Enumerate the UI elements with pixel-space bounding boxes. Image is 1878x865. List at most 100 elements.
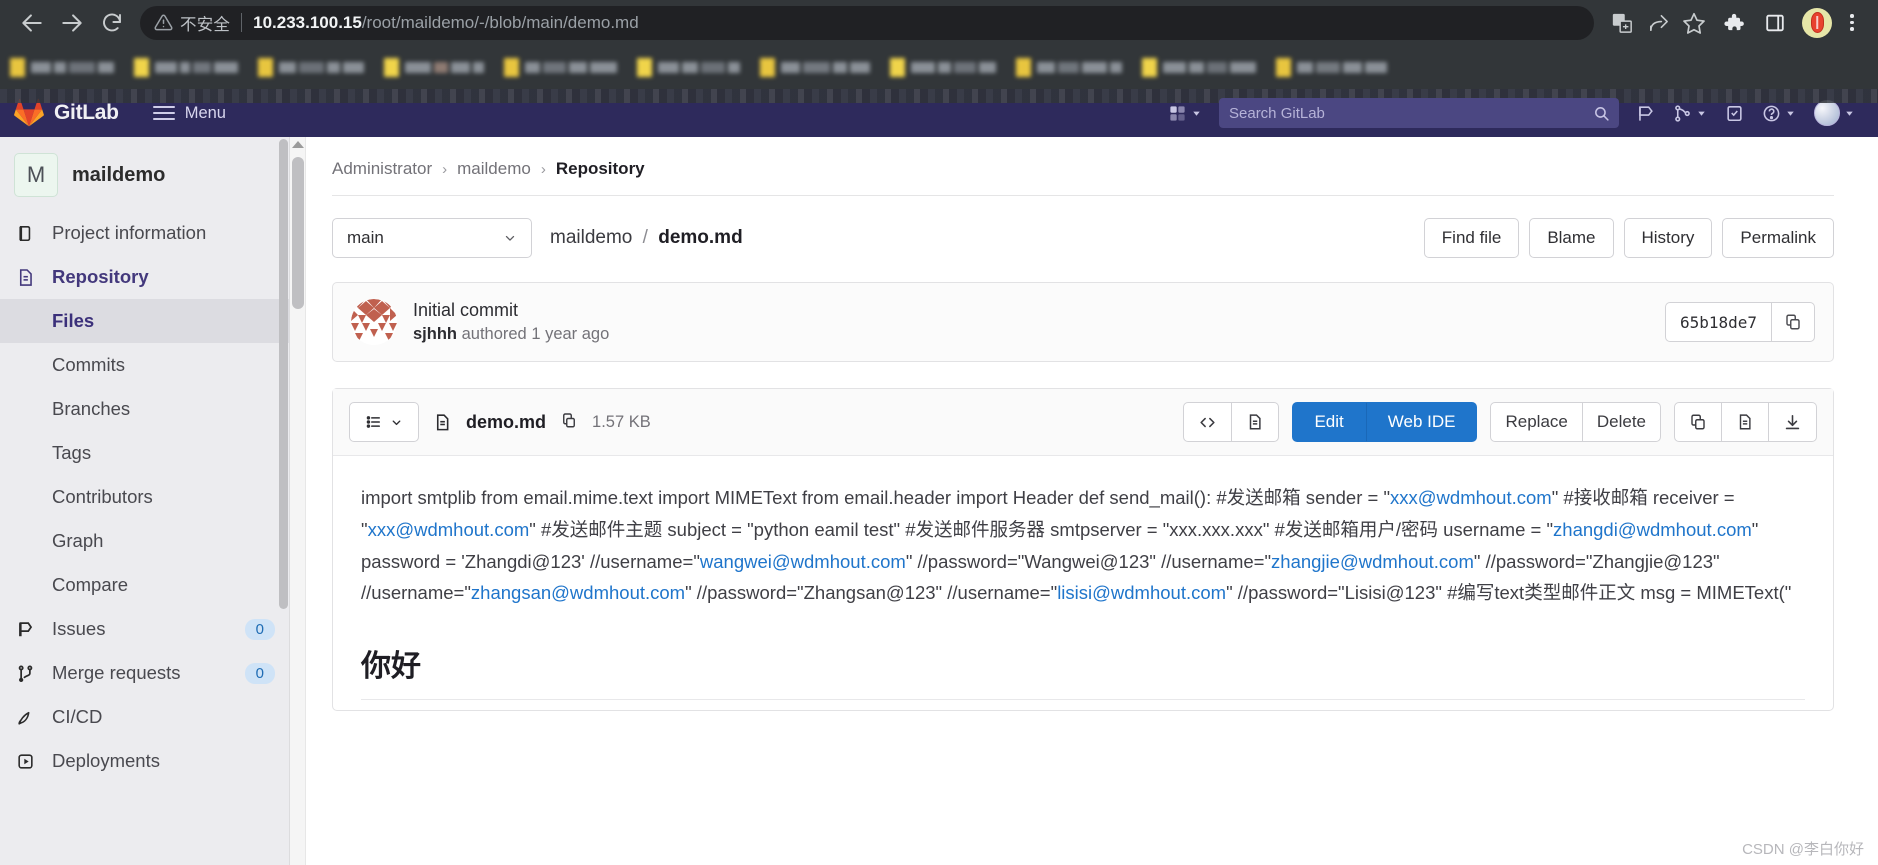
permalink-button[interactable]: Permalink [1722,218,1834,258]
breadcrumb-item-maildemo[interactable]: maildemo [457,159,531,179]
share-icon[interactable] [1640,5,1676,41]
gitlab-wordmark[interactable]: GitLab [54,101,119,125]
forward-arrow-icon[interactable] [52,3,92,43]
path-filename: demo.md [658,227,743,248]
gitlab-menu-button[interactable]: Menu [152,103,226,123]
bookmark-item[interactable] [1276,57,1387,77]
file-list-dropdown-button[interactable] [349,402,419,442]
branch-selector[interactable]: main [332,218,532,258]
main-content: Administrator › maildemo › Repository ma… [306,137,1878,865]
bookmark-item[interactable] [1016,57,1122,77]
view-source-button[interactable] [1183,402,1233,442]
commit-sha[interactable]: 65b18de7 [1664,302,1771,342]
email-link[interactable]: lisisi@wdmhout.com [1057,582,1226,603]
sidebar-item-issues[interactable]: Issues 0 [0,607,289,651]
sidebar-item-contributors[interactable]: Contributors [0,475,289,519]
view-rendered-button[interactable] [1232,402,1280,442]
blob-header: demo.md 1.57 KB Edit Web IDE Replace Del… [333,389,1833,456]
commit-author[interactable]: sjhhh [413,325,457,343]
project-header[interactable]: M maildemo [0,137,289,211]
sidebar-item-files[interactable]: Files [0,299,289,343]
sidebar-item-merge-requests[interactable]: Merge requests 0 [0,651,289,695]
screenshot-root: 不安全 10.233.100.15/root/maildemo/-/blob/m… [0,0,1878,865]
sidebar-item-graph[interactable]: Graph [0,519,289,563]
open-raw-button[interactable] [1722,402,1769,442]
star-icon[interactable] [1676,5,1712,41]
copy-path-icon[interactable] [560,411,578,434]
sidebar-item-cicd[interactable]: CI/CD [0,695,289,739]
email-link[interactable]: xxx@wdmhout.com [1390,487,1552,508]
bookmark-item[interactable] [504,57,617,77]
sidebar-scrollbar[interactable] [279,139,288,609]
history-button[interactable]: History [1623,218,1713,258]
scrollbar-thumb[interactable] [292,157,304,309]
copy-contents-button[interactable] [1674,402,1722,442]
bookmark-item[interactable] [890,57,996,77]
breadcrumb-item-administrator[interactable]: Administrator [332,159,432,179]
menu-label: Menu [184,103,226,122]
sidebar-item-tags[interactable]: Tags [0,431,289,475]
bookmark-item[interactable] [760,57,870,77]
copy-contents-icon [1691,414,1705,430]
email-link[interactable]: zhangsan@wdmhout.com [471,582,685,603]
omnibox-divider [241,13,243,32]
commit-title[interactable]: Initial commit [413,300,1649,321]
markdown-text-run: " //password="Wangwei@123" //username=" [905,550,1272,572]
address-bar[interactable]: 不安全 10.233.100.15/root/maildemo/-/blob/m… [140,5,1594,40]
issues-count-badge: 0 [244,618,275,640]
blob-utility-group [1674,402,1817,442]
web-ide-button[interactable]: Web IDE [1365,402,1478,442]
puzzle-icon[interactable] [1712,2,1754,44]
document-icon [1250,414,1262,430]
content-scrollbar[interactable] [290,137,306,865]
sidebar-item-commits[interactable]: Commits [0,343,289,387]
profile-avatar-icon[interactable] [1802,7,1832,38]
side-panel-icon[interactable] [1754,2,1796,44]
sidebar-item-project-information[interactable]: Project information [0,211,289,255]
copy-icon[interactable] [1771,302,1815,342]
sidebar-item-compare[interactable]: Compare [0,563,289,607]
find-file-button[interactable]: Find file [1423,218,1520,258]
sidebar-item-label: Deployments [52,750,160,771]
bookmark-item[interactable] [384,57,484,77]
sidebar-item-label: Merge requests [52,662,181,683]
identicon-avatar [351,299,397,345]
markdown-heading: 你好 [361,641,1805,701]
app-body: M maildemo Project information Repositor… [0,137,1878,865]
download-button[interactable] [1769,402,1817,442]
scroll-up-arrow-icon[interactable] [291,141,304,148]
bookmark-item[interactable] [134,57,238,77]
back-arrow-icon[interactable] [12,3,52,43]
search-input[interactable]: Search GitLab [1219,98,1619,128]
bookmark-item[interactable] [258,57,364,77]
project-name: maildemo [72,163,166,186]
delete-button[interactable]: Delete [1582,402,1661,442]
bookmark-item[interactable] [1142,57,1256,77]
chevron-down-icon [392,419,401,425]
chevron-down-icon [1846,111,1853,116]
translate-icon[interactable]: G [1604,5,1640,41]
three-dot-menu-icon[interactable] [1838,2,1866,44]
bookmark-item[interactable] [637,57,740,77]
bookmarks-bar[interactable] [0,45,1878,89]
edit-button[interactable]: Edit [1292,402,1366,442]
email-link[interactable]: wangwei@wdmhout.com [700,551,906,572]
email-link[interactable]: zhangjie@wdmhout.com [1271,551,1474,572]
commit-card: Initial commit sjhhh authored 1 year ago… [332,282,1834,362]
bookmark-item[interactable] [10,57,114,77]
email-link[interactable]: zhangdi@wdmhout.com [1553,519,1752,540]
sidebar-item-branches[interactable]: Branches [0,387,289,431]
path-root[interactable]: maildemo [550,227,632,248]
search-icon[interactable] [1593,105,1610,122]
breadcrumb-item-repository[interactable]: Repository [556,159,645,179]
file-action-buttons: Find file Blame History Permalink [1414,218,1834,258]
sidebar-item-repository[interactable]: Repository [0,255,289,299]
blob-content: import smtplib from email.mime.text impo… [333,456,1833,710]
sidebar-item-deployments[interactable]: Deployments [0,739,289,783]
replace-button[interactable]: Replace [1490,402,1583,442]
chevron-down-icon [1698,111,1705,116]
watermark: CSDN @李白你好 [1742,841,1864,858]
reload-icon[interactable] [92,3,132,43]
blame-button[interactable]: Blame [1529,218,1614,258]
email-link[interactable]: xxx@wdmhout.com [368,519,530,540]
